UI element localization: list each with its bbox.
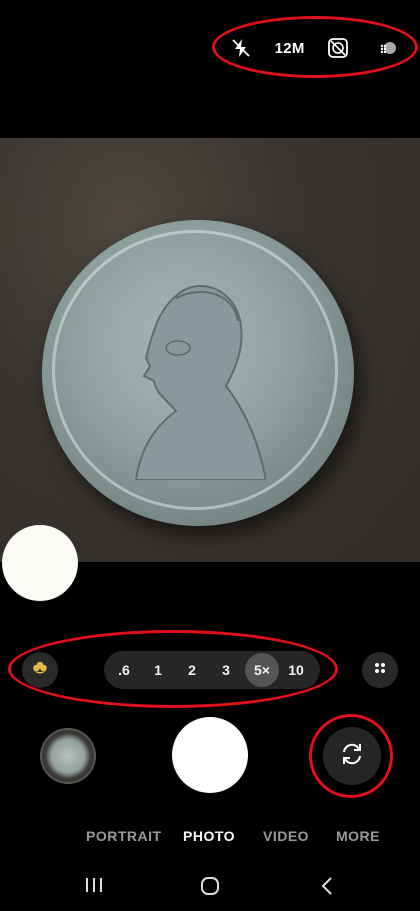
system-nav-bar [0,868,420,904]
grid-dots-icon [372,660,388,681]
settings-dots-icon[interactable] [372,33,402,63]
mode-photo[interactable]: PHOTO [183,828,235,844]
scene-optimizer-button[interactable] [22,652,58,688]
zoom-option-1[interactable]: 1 [141,651,175,689]
zoom-option-2[interactable]: 2 [175,651,209,689]
zoom-option-5x[interactable]: 5× [245,653,279,687]
flash-off-icon[interactable] [226,33,256,63]
more-options-button[interactable] [362,652,398,688]
zoom-option-0.6[interactable]: .6 [107,651,141,689]
resolution-button[interactable]: 12M [275,33,305,63]
mode-more[interactable]: MORE [336,828,380,844]
mode-selector: PORTRAIT PHOTO VIDEO MORE [0,828,420,850]
camera-viewfinder[interactable] [0,138,420,562]
rotate-camera-icon [338,740,366,773]
shutter-button[interactable] [172,717,248,793]
zoom-selector: .6 1 2 3 5× 10 [104,651,320,689]
home-icon[interactable] [200,876,220,901]
zoom-option-3[interactable]: 3 [209,651,243,689]
zoom-option-10[interactable]: 10 [279,651,313,689]
coin-portrait [134,285,266,480]
mode-portrait[interactable]: PORTRAIT [86,828,162,844]
flower-icon [31,659,49,682]
recents-icon[interactable] [84,876,104,899]
coin-image [42,220,354,526]
mode-video[interactable]: VIDEO [263,828,309,844]
flip-camera-button[interactable] [323,727,381,785]
floating-shutter-button[interactable] [2,525,78,601]
back-icon[interactable] [318,876,336,901]
gallery-thumbnail[interactable] [40,728,96,784]
timer-off-icon[interactable] [323,33,353,63]
top-toolbar: 12M [226,33,402,63]
